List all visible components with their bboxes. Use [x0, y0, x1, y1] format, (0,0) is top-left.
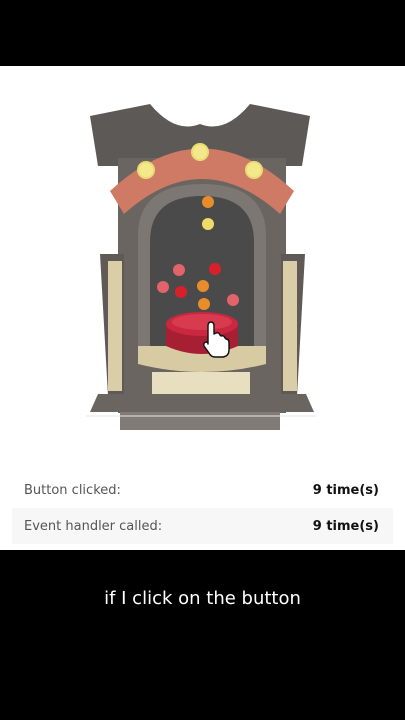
- stat-row-event-handler: Event handler called: 9 time(s): [12, 508, 393, 544]
- ball: [202, 196, 214, 208]
- lamp-light: [137, 161, 155, 179]
- ball: [173, 264, 185, 276]
- stat-value: 9 time(s): [312, 518, 379, 534]
- right-pillar-panel: [283, 261, 297, 391]
- machine-base-step: [120, 412, 280, 430]
- lower-panel: [152, 372, 250, 394]
- ball: [209, 263, 221, 275]
- machine-base: [90, 394, 314, 412]
- stat-label: Event handler called:: [24, 518, 163, 534]
- stats-table: Button clicked: 9 time(s) Event handler …: [12, 472, 393, 544]
- ball: [175, 286, 187, 298]
- stat-row-button-clicked: Button clicked: 9 time(s): [12, 472, 393, 508]
- button-machine-illustration: [86, 104, 316, 430]
- left-pillar-panel: [108, 261, 122, 391]
- ball: [198, 298, 210, 310]
- ball: [197, 280, 209, 292]
- video-caption: if I click on the button: [104, 588, 301, 609]
- stat-value: 9 time(s): [312, 482, 379, 498]
- ball: [227, 294, 239, 306]
- content-panel: Button clicked: 9 time(s) Event handler …: [0, 66, 405, 550]
- ball: [202, 218, 214, 230]
- lamp-light: [191, 143, 209, 161]
- ball: [157, 281, 169, 293]
- lamp-light: [245, 161, 263, 179]
- stat-label: Button clicked:: [24, 482, 121, 498]
